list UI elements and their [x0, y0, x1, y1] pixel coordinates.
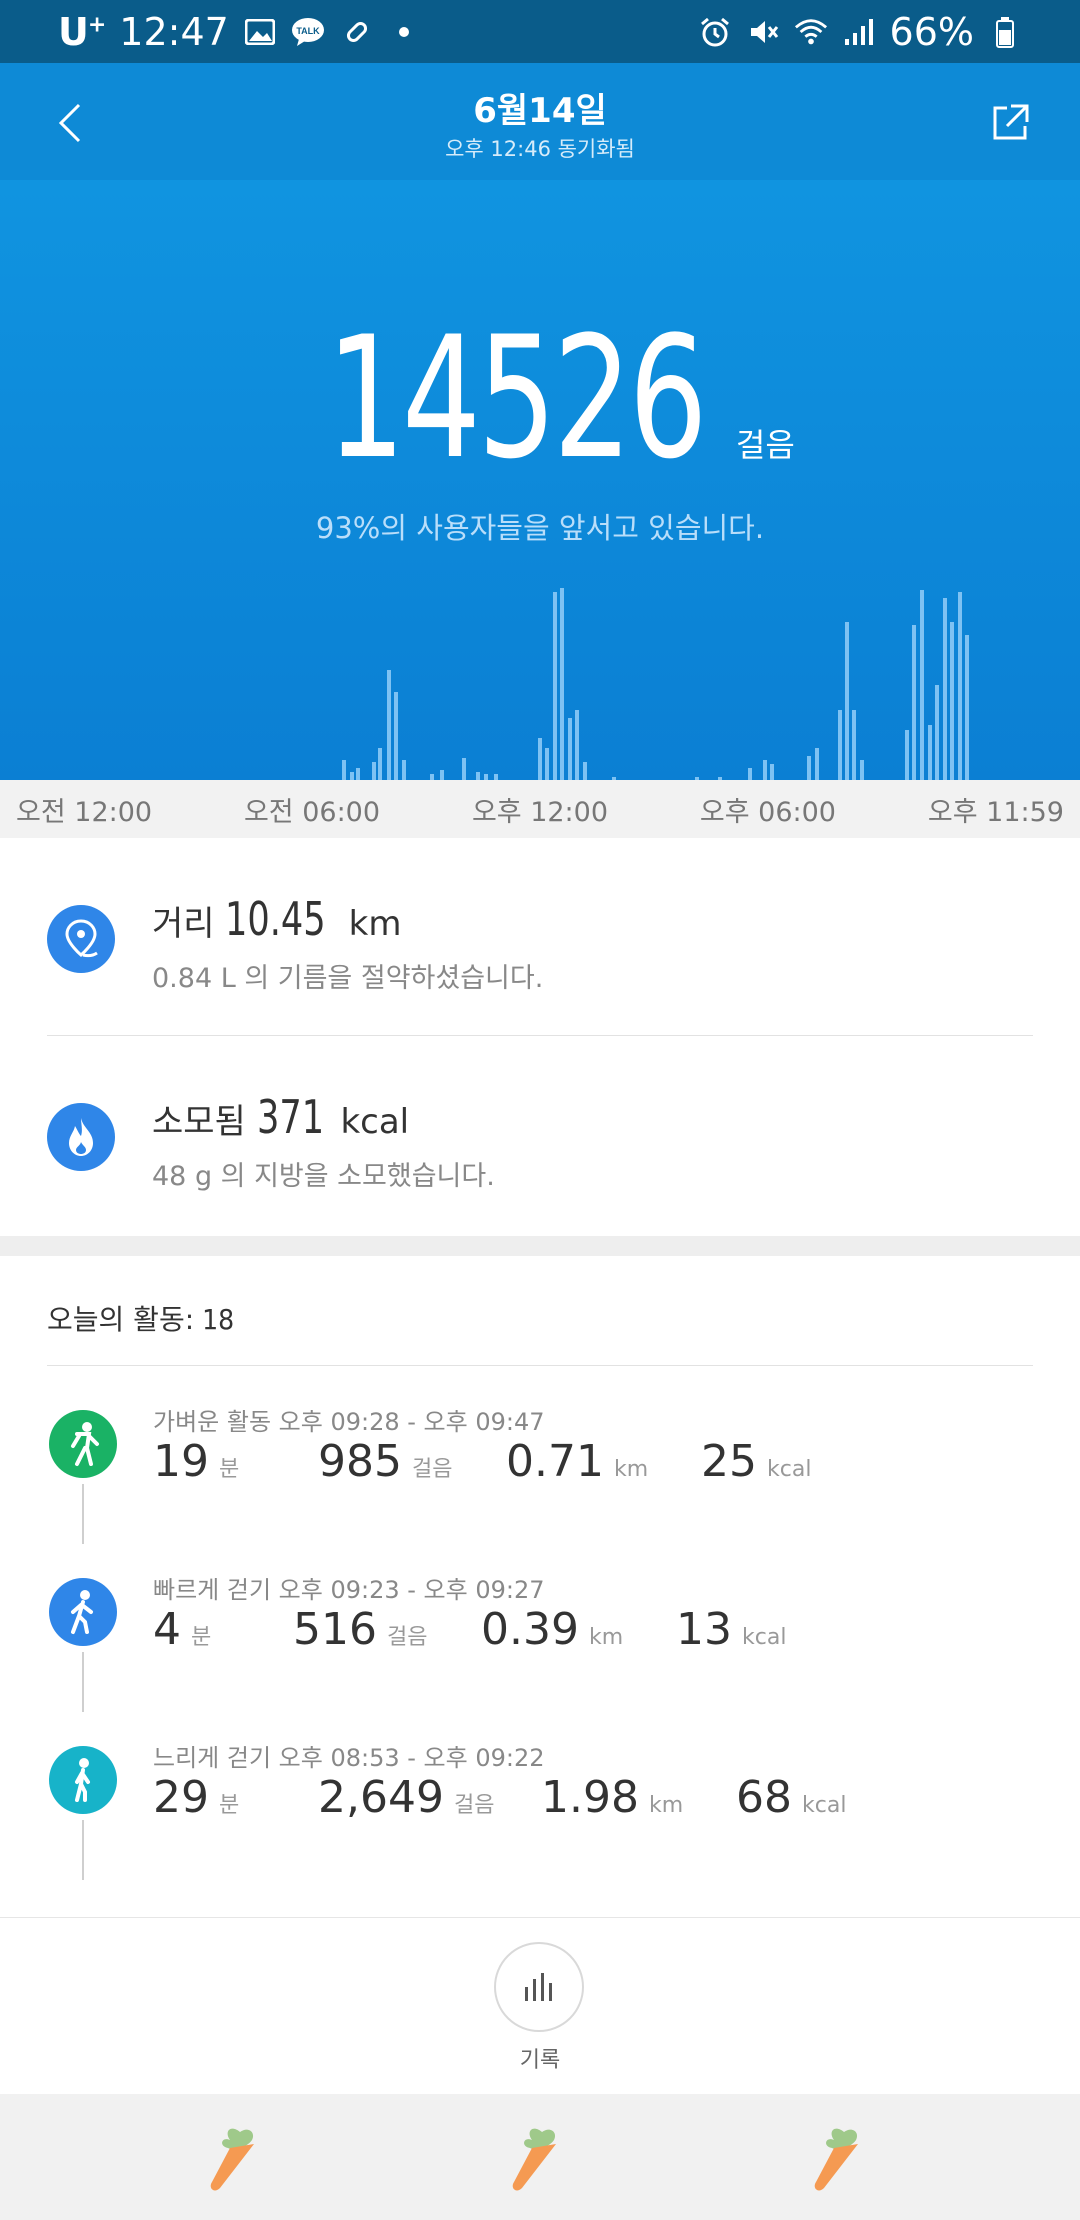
calories-label: 소모됨: [152, 1102, 246, 1142]
notification-dot-icon: [387, 15, 421, 49]
activity-minutes: 29 분: [153, 1772, 240, 1823]
sync-status: 오후 12:46 동기화됨: [445, 137, 635, 161]
svg-text:TALK: TALK: [296, 26, 320, 36]
activity-steps: 516 걸음: [293, 1604, 428, 1655]
calories-card[interactable]: 소모됨 371 kcal 48 g 의 지방을 소모했습니다.: [0, 1036, 1080, 1234]
distance-note: 0.84 L 의 기름을 절약하셨습니다.: [152, 963, 544, 994]
distance-label: 거리: [152, 904, 215, 944]
gallery-icon: [243, 15, 277, 49]
page-title: 6월14일: [473, 91, 607, 131]
status-time: 12:47: [119, 9, 229, 54]
distance-unit: km: [348, 904, 402, 944]
mute-icon: [746, 15, 780, 49]
app-header: 6월14일 오후 12:46 동기화됨: [0, 63, 1080, 180]
activity-label: 느리게 걷기 오후 08:53 - 오후 09:22: [153, 1744, 545, 1772]
wifi-icon: [794, 15, 828, 49]
bar-chart-icon: [525, 1973, 552, 2001]
time-tick: 오후 12:00: [471, 796, 609, 828]
record-label: 기록: [519, 2048, 561, 2073]
carrot-icon[interactable]: [804, 2118, 884, 2198]
calories-value: 371: [256, 1090, 324, 1144]
distance-value: 10.45: [225, 892, 327, 946]
steps-hero: 14526 걸음 93%의 사용자들을 앞서고 있습니다.: [0, 180, 1080, 780]
flame-icon: [47, 1103, 115, 1171]
timeline-connector: [82, 1652, 84, 1712]
activities-title: 오늘의 활동: 18: [47, 1303, 235, 1336]
activity-values: 29 분 2,649 걸음 1.98 km 68 kcal: [153, 1772, 1053, 1832]
navigation-bar: [0, 2094, 1080, 2220]
activity-item[interactable]: 가벼운 활동 오후 09:28 - 오후 09:47 19 분 985 걸음 0.7…: [0, 1384, 1080, 1552]
bottom-bar: 기록: [0, 1917, 1080, 2094]
battery-icon: [988, 15, 1022, 49]
activities-count: 18: [202, 1303, 235, 1336]
pill-icon: [339, 15, 373, 49]
time-tick: 오후 06:00: [699, 796, 836, 828]
activity-minutes: 19 분: [153, 1436, 240, 1487]
carrot-icon[interactable]: [502, 2118, 582, 2198]
activity-steps: 985 걸음: [318, 1436, 453, 1487]
activity-values: 19 분 985 걸음 0.71 km 25 kcal: [153, 1436, 1053, 1496]
activity-distance: 1.98 km: [541, 1772, 684, 1823]
fast-walk-icon: [49, 1578, 117, 1646]
activity-distance: 0.71 km: [506, 1436, 649, 1487]
share-button[interactable]: [980, 93, 1040, 153]
record-button[interactable]: [494, 1942, 584, 2032]
activity-distance: 0.39 km: [481, 1604, 624, 1655]
calories-unit: kcal: [340, 1102, 410, 1142]
light-activity-icon: [49, 1410, 117, 1478]
activity-item[interactable]: 느리게 걷기 오후 08:53 - 오후 09:22 29 분 2,649 걸음 1…: [0, 1720, 1080, 1888]
distance-card[interactable]: 거리 10.45 km 0.84 L 의 기름을 절약하셨습니다.: [0, 838, 1080, 1036]
step-count-value: 14526: [326, 300, 708, 496]
activity-label: 빠르게 걷기 오후 09:23 - 오후 09:27: [153, 1576, 545, 1604]
battery-percent: 66%: [889, 9, 974, 54]
section-separator: [0, 1236, 1080, 1256]
activity-kcal: 25 kcal: [701, 1436, 812, 1487]
timeline-connector: [82, 1820, 84, 1880]
step-count: 14526 걸음: [0, 300, 1080, 496]
status-right: 66%: [698, 0, 1022, 63]
status-bar: U+ 12:47 TALK 66%: [0, 0, 1080, 63]
calories-line: 소모됨 371 kcal: [152, 1090, 409, 1144]
activity-label: 가벼운 활동 오후 09:28 - 오후 09:47: [153, 1408, 545, 1436]
carrier-label: U+: [58, 9, 106, 54]
activity-steps: 2,649 걸음: [318, 1772, 495, 1823]
rank-text: 93%의 사용자들을 앞서고 있습니다.: [315, 511, 765, 545]
time-tick: 오전 12:00: [16, 796, 153, 828]
status-left: U+ 12:47 TALK: [58, 0, 421, 63]
location-pin-icon: [47, 905, 115, 973]
distance-line: 거리 10.45 km: [152, 892, 401, 946]
activity-kcal: 13 kcal: [676, 1604, 787, 1655]
time-axis: 오전 12:00 오전 06:00 오후 12:00 오후 06:00 오후 1…: [0, 780, 1080, 838]
timeline-connector: [82, 1484, 84, 1544]
activity-values: 4분 516 걸음 0.39 km 13 kcal: [153, 1604, 1053, 1664]
talk-icon: TALK: [291, 15, 325, 49]
step-count-unit: 걸음: [735, 426, 795, 464]
calories-note: 48 g 의 지방을 소모했습니다.: [152, 1161, 495, 1192]
signal-icon: [842, 15, 876, 49]
slow-walk-icon: [49, 1746, 117, 1814]
alarm-icon: [698, 15, 732, 49]
carrot-icon[interactable]: [200, 2118, 280, 2198]
activities-divider: [47, 1365, 1033, 1366]
time-tick: 오후 11:59: [927, 796, 1064, 828]
activity-item[interactable]: 빠르게 걷기 오후 09:23 - 오후 09:27 4분 516 걸음 0.39…: [0, 1552, 1080, 1720]
activity-kcal: 68 kcal: [736, 1772, 847, 1823]
time-tick: 오전 06:00: [243, 796, 381, 828]
activity-minutes: 4분: [153, 1604, 212, 1655]
share-icon: [993, 104, 1029, 140]
